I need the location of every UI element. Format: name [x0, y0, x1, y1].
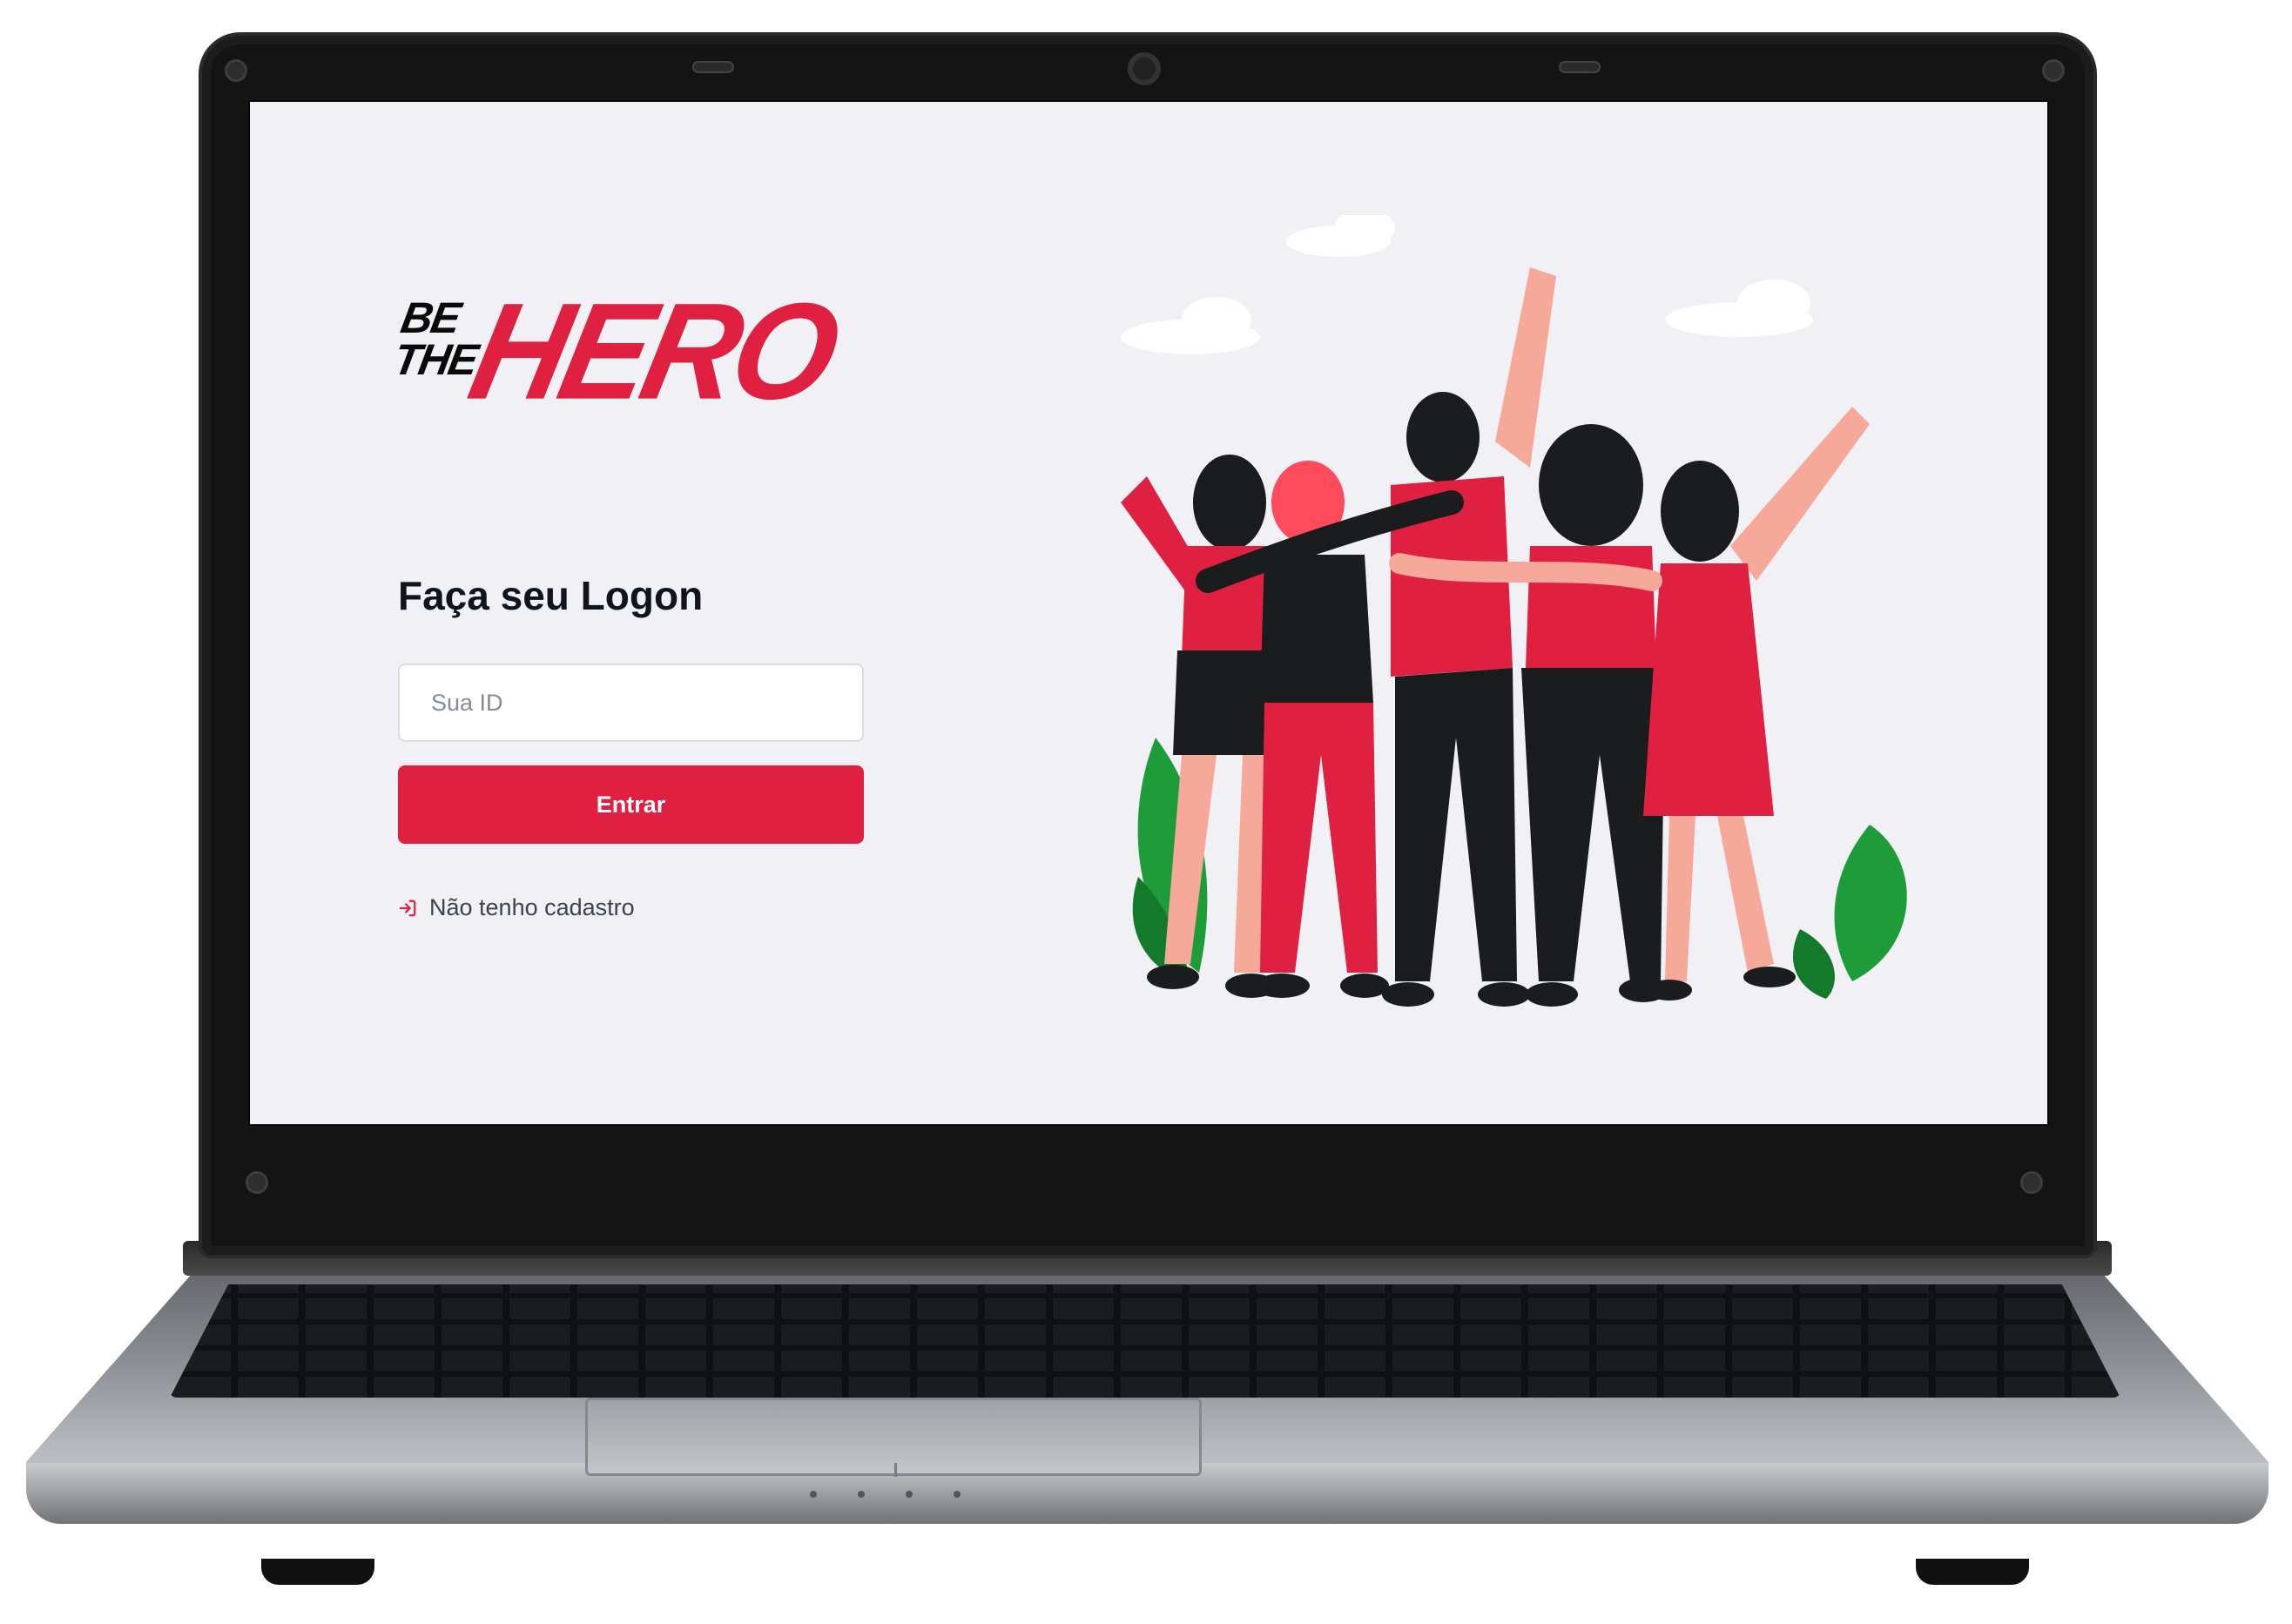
logo-text-hero: HERO [458, 273, 848, 428]
id-input[interactable] [398, 664, 864, 742]
be-the-hero-logo: BE THE HERO [390, 274, 847, 437]
register-link[interactable]: Não tenho cadastro [398, 894, 635, 921]
status-led [858, 1491, 865, 1498]
heroes-group-illustration [1121, 215, 1907, 1007]
trackpad [585, 1398, 1202, 1477]
laptop-mockup: BE THE HERO Faça seu Logon Entrar Não te… [0, 0, 2292, 1624]
cloud-icon [1121, 215, 1813, 354]
login-button[interactable]: Entrar [398, 765, 864, 844]
laptop-foot-left [261, 1559, 374, 1585]
lid-sensor [692, 61, 734, 73]
status-led [954, 1491, 961, 1498]
status-led [810, 1491, 817, 1498]
bezel-screw [2042, 59, 2065, 82]
bezel-screw [225, 59, 247, 82]
bezel-screw [246, 1171, 268, 1194]
app-screen: BE THE HERO Faça seu Logon Entrar Não te… [248, 100, 2049, 1126]
webcam-icon [1128, 52, 1161, 85]
status-led [906, 1491, 913, 1498]
laptop-foot-right [1916, 1559, 2029, 1585]
bezel-screw [2020, 1171, 2043, 1194]
keyboard [170, 1284, 2120, 1398]
page-title: Faça seu Logon [398, 573, 704, 618]
register-link-label: Não tenho cadastro [429, 894, 635, 920]
lid-sensor [1559, 61, 1601, 73]
log-in-icon [399, 900, 416, 916]
